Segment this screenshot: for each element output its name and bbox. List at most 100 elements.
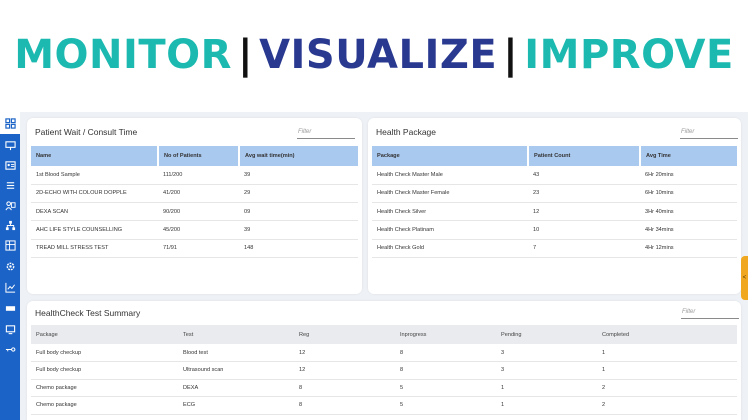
column-header[interactable]: No of Patients	[158, 146, 240, 166]
table-cell: 6Hr 10mins	[640, 184, 737, 204]
card-icon[interactable]	[3, 301, 17, 315]
table-row[interactable]: Health Check Master Male 43 6Hr 20mins	[372, 166, 737, 185]
patient-wait-table: Name No of Patients Avg wait time(min) 1…	[31, 146, 358, 258]
table-cell: Health Check Silver	[372, 202, 528, 222]
dashboard-icon[interactable]	[3, 116, 17, 130]
table-cell: 43	[528, 166, 640, 185]
headline-visualize: VISUALIZE	[259, 32, 498, 78]
table-cell: 2	[597, 396, 737, 415]
table-cell: 12	[294, 361, 395, 380]
sidebar	[0, 112, 20, 420]
table-row[interactable]: Health Check Silver 12 3Hr 40mins	[372, 202, 737, 222]
table-header-row: Package Test Reg Inprogress Pending Comp…	[31, 325, 737, 344]
table-cell: AHC LIFE STYLE COUNSELLING	[31, 220, 158, 240]
table-cell: Health Check Master Male	[372, 166, 528, 185]
headline-separator: |	[503, 32, 519, 78]
card-title: Patient Wait / Consult Time	[35, 127, 138, 137]
table-cell: 6Hr 20mins	[640, 166, 737, 185]
settings-icon[interactable]	[3, 259, 17, 273]
table-row[interactable]: AHC LIFE STYLE COUNSELLING 45/200 39	[31, 220, 358, 240]
table-cell: Health Check Gold	[372, 239, 528, 258]
column-header[interactable]: Patient Count	[528, 146, 641, 166]
table-row[interactable]: 1st Blood Sample 111/200 39	[31, 166, 358, 185]
column-header[interactable]: Avg Time	[640, 146, 737, 166]
table-cell: 29	[239, 184, 358, 204]
table-cell: Chemo package	[31, 379, 178, 397]
column-header[interactable]: Pending	[496, 325, 597, 344]
side-panel-toggle[interactable]: <	[741, 256, 748, 300]
table-cell: 3Hr 40mins	[640, 202, 737, 222]
hierarchy-icon[interactable]	[3, 218, 17, 232]
table-row[interactable]: Health Check Platinam 10 4Hr 34mins	[372, 220, 737, 240]
table-cell: 1	[496, 379, 597, 397]
headline: MONITOR | VISUALIZE | IMPROVE	[0, 32, 748, 78]
table-cell: 3	[496, 361, 597, 380]
table-cell: TREAD MILL STRESS TEST	[31, 239, 158, 258]
table-cell: Full body checkup	[31, 344, 178, 362]
table-cell: 2D-ECHO WITH COLOUR DOPPLE	[31, 184, 158, 204]
grid-icon[interactable]	[3, 238, 17, 252]
headline-separator: |	[237, 32, 254, 78]
table-cell: 2	[597, 379, 737, 397]
table-cell: 39	[239, 166, 358, 185]
users-icon[interactable]	[3, 198, 17, 212]
table-cell: Ultrasound scan	[178, 361, 294, 380]
column-header[interactable]: Package	[31, 325, 178, 344]
table-cell: ECG	[178, 396, 294, 415]
table-row[interactable]: 2D-ECHO WITH COLOUR DOPPLE 41/200 29	[31, 184, 358, 204]
key-icon[interactable]	[3, 342, 17, 356]
table-cell: 23	[528, 184, 640, 204]
table-cell: 41/200	[158, 184, 239, 204]
table-cell: 10	[528, 220, 640, 240]
table-cell: 1	[597, 361, 737, 380]
table-row[interactable]: DEXA SCAN 90/200 09	[31, 202, 358, 222]
table-cell: 71/91	[158, 239, 239, 258]
headline-improve: IMPROVE	[524, 32, 734, 78]
table-cell: 3	[496, 344, 597, 362]
column-header[interactable]: Avg wait time(min)	[239, 146, 358, 166]
table-row[interactable]: Health Check Master Female 23 6Hr 10mins	[372, 184, 737, 204]
table-header-row: Package Patient Count Avg Time	[372, 146, 737, 166]
table-row[interactable]: Chemo package ECG 8 5 1 2	[31, 396, 737, 415]
chart-icon[interactable]	[3, 280, 17, 294]
list-icon[interactable]	[3, 178, 17, 192]
column-header[interactable]: Name	[31, 146, 159, 166]
table-cell: Health Check Master Female	[372, 184, 528, 204]
table-cell: 90/200	[158, 202, 239, 222]
dashboard-content: Patient Wait / Consult Time Filter Name …	[20, 112, 748, 420]
column-header[interactable]: Reg	[294, 325, 395, 344]
table-row[interactable]: Full body checkup Ultrasound scan 12 8 3 1	[31, 361, 737, 380]
table-cell: 1	[597, 344, 737, 362]
table-row[interactable]: TREAD MILL STRESS TEST 71/91 148	[31, 239, 358, 258]
filter-input[interactable]: Filter	[297, 128, 355, 139]
table-cell: Health Check Platinam	[372, 220, 528, 240]
table-cell: Full body checkup	[31, 361, 178, 380]
table-cell: 5	[395, 396, 496, 415]
monitor-icon[interactable]	[3, 138, 17, 152]
column-header[interactable]: Completed	[597, 325, 737, 344]
table-cell: 5	[395, 379, 496, 397]
table-row[interactable]: Full body checkup Blood test 12 8 3 1	[31, 344, 737, 362]
table-cell: 8	[294, 379, 395, 397]
table-cell: 4Hr 34mins	[640, 220, 737, 240]
table-cell: DEXA	[178, 379, 294, 397]
id-card-icon[interactable]	[3, 158, 17, 172]
table-cell: DEXA SCAN	[31, 202, 158, 222]
table-row[interactable]: Health Check Gold 7 4Hr 12mins	[372, 239, 737, 258]
card-title: HealthCheck Test Summary	[35, 308, 141, 318]
table-cell: Blood test	[178, 344, 294, 362]
health-package-card: Health Package Filter Package Patient Co…	[368, 118, 741, 294]
health-package-table: Package Patient Count Avg Time Health Ch…	[372, 146, 737, 258]
column-header[interactable]: Inprogress	[395, 325, 496, 344]
headline-monitor: MONITOR	[14, 32, 232, 78]
table-cell: 7	[528, 239, 640, 258]
column-header[interactable]: Test	[178, 325, 294, 344]
display-icon[interactable]	[3, 322, 17, 336]
column-header[interactable]: Package	[372, 146, 529, 166]
table-cell: 45/200	[158, 220, 239, 240]
filter-input[interactable]: Filter	[681, 308, 739, 319]
patient-wait-card: Patient Wait / Consult Time Filter Name …	[27, 118, 362, 294]
filter-input[interactable]: Filter	[680, 128, 738, 139]
test-summary-table: Package Test Reg Inprogress Pending Comp…	[31, 325, 737, 415]
table-row[interactable]: Chemo package DEXA 8 5 1 2	[31, 379, 737, 397]
